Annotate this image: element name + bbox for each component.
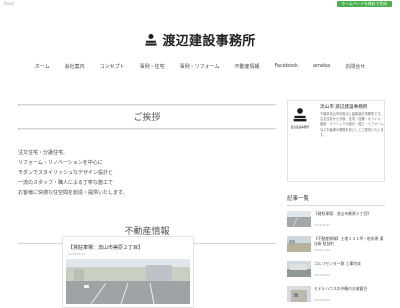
article-date: 2023/09/20 [314,273,331,277]
greeting-text: 注文住宅・分譲住宅、 リフォーム・リノベーションを中心に モダンでスタイリッシュ… [18,148,276,198]
main-nav: ホーム 会社案内 コンセプト 事例・住宅 事例・リフォーム 不動産情報 Face… [0,63,400,75]
company-logo-icon [293,108,307,122]
nav-cases-housing[interactable]: 事例・住宅 [140,63,165,70]
profile-description: 千葉県流山市を拠点に建築設計事務所です。注文住宅から分譲、住宅・店舗・オフィス・… [320,112,384,137]
divider [18,128,276,130]
top-bar: Read ホームページを無料で作成 [0,0,400,9]
greeting-line: モダンでスタイリッシュなデザイン設計と [18,170,114,176]
greeting-line: リフォーム・リノベーションを中心に [18,160,103,166]
article-date: 2023/11/02 [314,248,331,252]
real-estate-card-date: 2024/01/15 [68,252,86,256]
main-content: ご挨拶 注文住宅・分譲住宅、 リフォーム・リノベーションを中心に モダンでスタイ… [18,100,276,244]
site-logo[interactable]: 渡辺建設事務所 [0,30,400,51]
greeting-line: お客様に快適な住空間を創造・提供いたします。 [18,190,128,196]
parking-lot-photo[interactable] [66,259,190,304]
article-title[interactable]: 【不動産情報】土地１２１坪・柏木原 東谷新 駐詰町 [314,236,384,247]
article-item[interactable]: 【不動産情報】土地１２１坪・柏木原 東谷新 駐詰町 2023/11/02 [287,234,385,256]
nav-company[interactable]: 会社案内 [65,63,85,70]
nav-facebook[interactable]: Facebook [275,63,299,70]
article-item[interactable]: 【貸駐車場：流山市美原２丁目】 2024/01/15 [287,209,385,231]
article-title[interactable]: 【貸駐車場：流山市美原２丁目】 [314,211,384,216]
article-thumbnail[interactable] [287,211,311,227]
article-thumbnail[interactable] [287,261,311,277]
article-title[interactable]: ゴルフセンター跡 工事完成 [314,261,384,266]
article-item[interactable]: モデルハウスの外観のお披露目 2023/08/10 [287,284,385,306]
nav-cases-reform[interactable]: 事例・リフォーム [180,63,220,70]
article-thumbnail[interactable] [287,236,311,252]
nav-ameba[interactable]: ameba [313,63,330,70]
greeting-line: 一流のスタッフ・職人による丁寧な施工で [18,180,113,186]
profile-logo-caption: 渡辺建設事務所 [290,126,310,129]
nav-home[interactable]: ホーム [35,63,50,70]
article-item[interactable]: ゴルフセンター跡 工事完成 2023/09/20 [287,259,385,281]
greeting-title: ご挨拶 [133,113,161,123]
article-title[interactable]: モデルハウスの外観のお披露目 [314,286,384,291]
real-estate-card-title[interactable]: 【貸駐車場：流山市美原２丁目】 [68,244,143,251]
greeting-header: ご挨拶 [18,100,276,134]
real-estate-card[interactable]: 【貸駐車場：流山市美原２丁目】 2024/01/15 [62,236,194,308]
company-logo-icon [145,33,158,46]
article-date: 2023/08/10 [314,298,331,302]
nav-real-estate[interactable]: 不動産情報 [234,63,259,70]
profile-name[interactable]: 流山市 渡辺建設事務所 [320,104,367,110]
nav-contact[interactable]: お問合せ [345,63,365,70]
platform-brand[interactable]: Read [4,1,14,6]
greeting-line: 注文住宅・分譲住宅、 [18,150,69,156]
articles-heading: 記事一覧 [287,194,385,206]
create-homepage-button[interactable]: ホームページを無料で作成 [336,1,392,7]
sidebar: 渡辺建設事務所 流山市 渡辺建設事務所 千葉県流山市を拠点に建築設計事務所です。… [287,100,385,306]
nav-concept[interactable]: コンセプト [100,63,125,70]
article-date: 2024/01/15 [314,223,331,227]
site-title: 渡辺建設事務所 [162,34,256,49]
profile-box: 渡辺建設事務所 流山市 渡辺建設事務所 千葉県流山市を拠点に建築設計事務所です。… [287,100,385,182]
